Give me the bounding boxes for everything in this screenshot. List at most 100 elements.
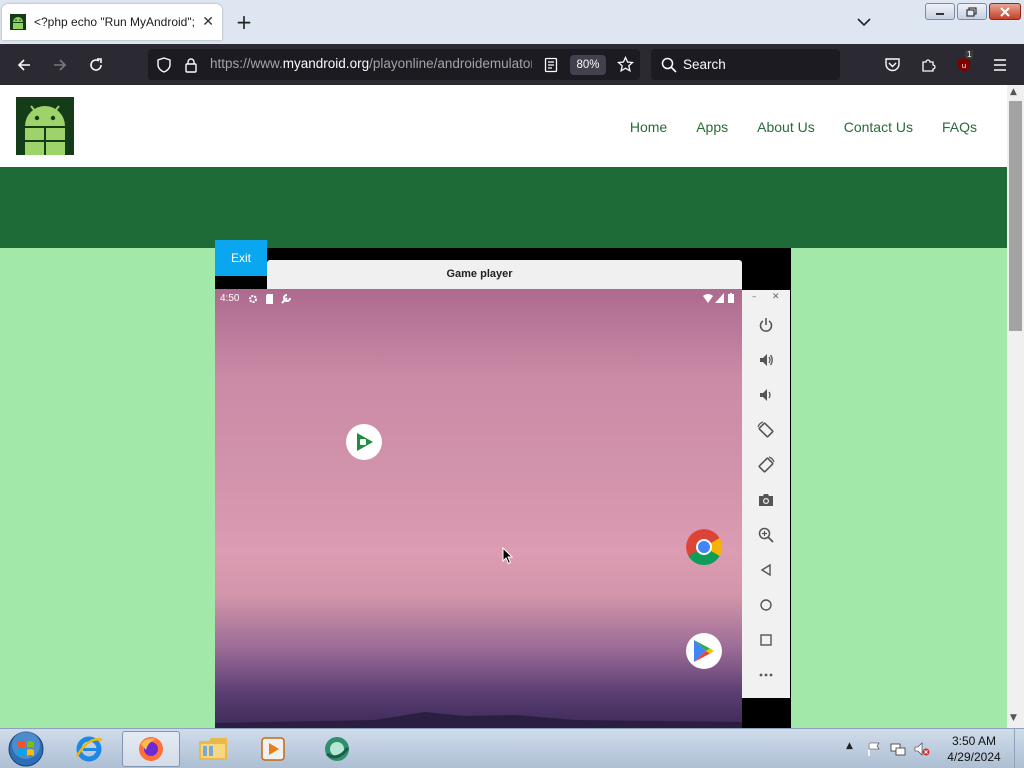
- wallpaper-mountains: [215, 712, 742, 728]
- signal-status-icon: [715, 293, 724, 303]
- extension-badge: 1: [965, 50, 974, 59]
- search-bar[interactable]: Search: [651, 49, 840, 80]
- restore-window-button[interactable]: [957, 3, 987, 20]
- site-nav: Home Apps About Us Contact Us FAQs: [630, 119, 977, 135]
- ublock-extension-button[interactable]: u 1: [951, 50, 977, 78]
- emu-close-button[interactable]: ✕: [772, 292, 780, 302]
- scroll-up-icon[interactable]: ▲: [1010, 87, 1017, 97]
- url-prefix: https://www.: [210, 56, 283, 71]
- rotate-right-icon: [758, 456, 775, 473]
- nav-link-apps[interactable]: Apps: [696, 119, 728, 135]
- show-hidden-icons-button[interactable]: ▲: [846, 741, 853, 751]
- system-tray: ▲ 3:50 AM 4/29/2024: [844, 729, 1024, 768]
- nav-link-home[interactable]: Home: [630, 119, 667, 135]
- taskbar-clock[interactable]: 3:50 AM 4/29/2024: [944, 733, 1004, 765]
- web-page: Home Apps About Us Contact Us FAQs Game …: [0, 85, 1007, 728]
- media-player-icon: [261, 737, 285, 761]
- close-tab-icon[interactable]: ✕: [202, 14, 214, 30]
- shield-icon[interactable]: [156, 57, 172, 73]
- app-chrome[interactable]: [686, 529, 722, 565]
- taskbar-app-launcher[interactable]: [308, 731, 366, 767]
- more-icon: [759, 673, 773, 677]
- pocket-icon: [884, 58, 900, 72]
- tab-title: <?php echo "Run MyAndroid";: [34, 15, 195, 29]
- emu-home-button[interactable]: [754, 593, 778, 617]
- scroll-down-icon[interactable]: ▼: [1010, 713, 1017, 723]
- windows-start-button[interactable]: [6, 730, 46, 768]
- settings-status-icon: [249, 295, 257, 303]
- puzzle-icon: [922, 59, 936, 72]
- emu-rotate-right-button[interactable]: [754, 453, 778, 477]
- forward-button[interactable]: [47, 52, 73, 78]
- new-tab-button[interactable]: +: [232, 10, 256, 34]
- chrome-icon: [686, 529, 722, 565]
- minimize-window-button[interactable]: [925, 3, 955, 20]
- reload-icon: [90, 58, 102, 71]
- emu-volume-down-button[interactable]: [754, 383, 778, 407]
- show-desktop-button[interactable]: [1014, 729, 1024, 768]
- taskbar-firefox[interactable]: [122, 731, 180, 767]
- myandroid-logo[interactable]: [16, 97, 74, 155]
- bookmark-star-icon[interactable]: [617, 56, 634, 73]
- app-play-store[interactable]: [686, 633, 722, 669]
- browser-tab-strip: <?php echo "Run MyAndroid"; ✕ +: [0, 0, 1024, 44]
- reader-view-icon[interactable]: [544, 57, 558, 73]
- emu-more-button[interactable]: [754, 663, 778, 687]
- address-bar[interactable]: https://www.myandroid.org/playonline/and…: [148, 49, 640, 80]
- scrollbar-thumb[interactable]: [1009, 101, 1022, 331]
- close-window-button[interactable]: [989, 3, 1021, 20]
- chevron-down-icon: [857, 18, 871, 27]
- lock-icon[interactable]: [184, 57, 198, 73]
- browser-toolbar: https://www.myandroid.org/playonline/and…: [0, 44, 1024, 85]
- browser-tab-active[interactable]: <?php echo "Run MyAndroid"; ✕: [2, 4, 222, 40]
- nav-link-contact-us[interactable]: Contact Us: [844, 119, 913, 135]
- emu-rotate-left-button[interactable]: [754, 418, 778, 442]
- nav-link-about-us[interactable]: About Us: [757, 119, 815, 135]
- app-menu-button[interactable]: [987, 52, 1013, 78]
- exit-button[interactable]: Exit: [215, 240, 267, 276]
- search-placeholder: Search: [683, 57, 726, 72]
- action-center-flag-icon[interactable]: [866, 741, 882, 757]
- volume-muted-icon[interactable]: [914, 741, 930, 757]
- emu-volume-up-button[interactable]: [754, 348, 778, 372]
- minimize-icon: [936, 12, 944, 15]
- list-all-tabs-button[interactable]: [852, 10, 876, 34]
- reload-button[interactable]: [83, 52, 109, 78]
- pocket-button[interactable]: [879, 52, 905, 78]
- url-path: /playonline/androidemulator: [369, 56, 532, 71]
- android-favicon-icon: [10, 14, 26, 30]
- url-text[interactable]: https://www.myandroid.org/playonline/and…: [210, 56, 532, 71]
- zoom-level-button[interactable]: 80%: [570, 55, 606, 75]
- nav-link-faqs[interactable]: FAQs: [942, 119, 977, 135]
- taskbar-internet-explorer[interactable]: [60, 731, 118, 767]
- android-clock: 4:50: [220, 293, 240, 304]
- page-scrollbar[interactable]: ▲ ▼: [1007, 85, 1024, 728]
- emu-power-button[interactable]: [754, 313, 778, 337]
- android-screen[interactable]: 4:50: [215, 289, 742, 728]
- hamburger-menu-icon: [994, 59, 1006, 71]
- taskbar-date: 4/29/2024: [947, 750, 1001, 764]
- emu-screenshot-button[interactable]: [754, 488, 778, 512]
- volume-down-icon: [760, 389, 771, 401]
- emu-zoom-button[interactable]: [754, 523, 778, 547]
- camera-icon: [759, 494, 773, 506]
- back-icon: [760, 563, 771, 577]
- svg-text:u: u: [962, 62, 966, 70]
- back-button[interactable]: [11, 52, 37, 78]
- url-domain: myandroid.org: [282, 56, 370, 71]
- app-play-games[interactable]: [346, 424, 382, 460]
- play-games-icon: [357, 433, 373, 451]
- taskbar-time: 3:50 AM: [951, 734, 997, 748]
- game-player-title: Game player: [446, 268, 513, 280]
- close-icon: [1000, 6, 1010, 17]
- taskbar-file-explorer[interactable]: [184, 731, 242, 767]
- emu-minimize-button[interactable]: –: [752, 292, 757, 302]
- network-icon[interactable]: [890, 741, 906, 757]
- emu-back-button[interactable]: [754, 558, 778, 582]
- taskbar-media-player[interactable]: [244, 731, 302, 767]
- emu-overview-button[interactable]: [754, 628, 778, 652]
- sd-card-status-icon: [266, 294, 273, 304]
- search-icon: [661, 57, 677, 73]
- volume-up-icon: [760, 354, 773, 366]
- extensions-button[interactable]: [915, 52, 941, 78]
